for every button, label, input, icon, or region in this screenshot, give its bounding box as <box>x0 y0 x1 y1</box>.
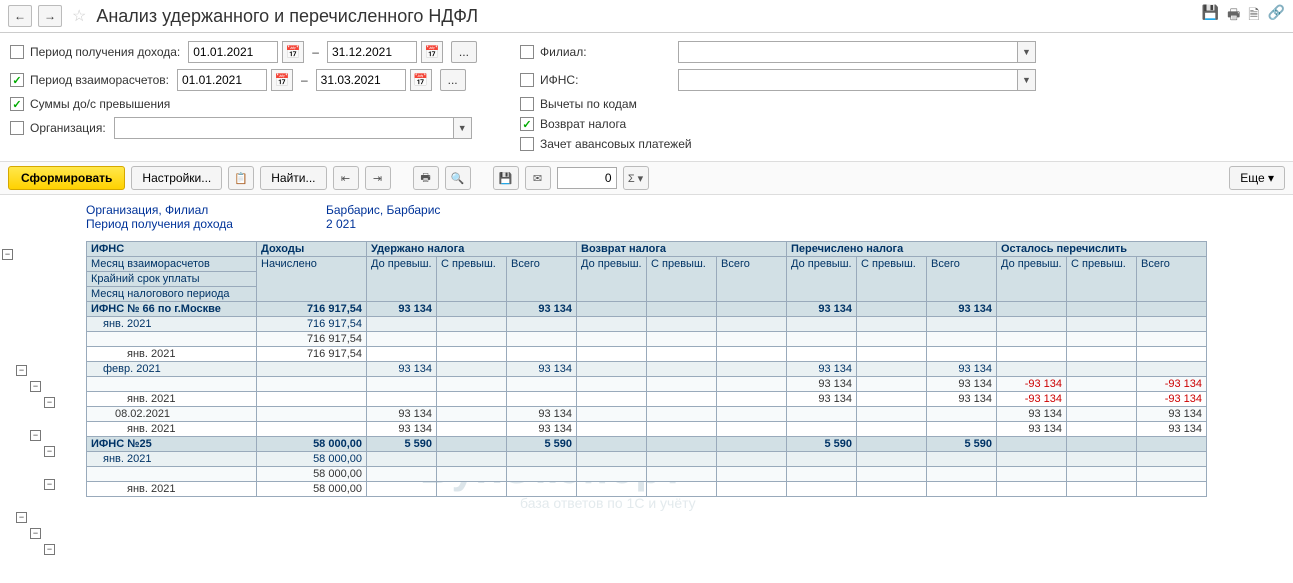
info-org-label: Организация, Филиал <box>86 203 326 217</box>
branch-label: Филиал: <box>540 45 670 59</box>
period-more-button[interactable]: ... <box>451 41 477 63</box>
tree-toggle[interactable]: − <box>30 381 41 392</box>
nav-back-button[interactable]: ← <box>8 5 32 27</box>
branch-input[interactable] <box>678 41 1018 63</box>
calendar-button[interactable]: 📅 <box>410 69 432 91</box>
calendar-button[interactable]: 📅 <box>421 41 443 63</box>
star-icon[interactable]: ☆ <box>72 6 86 26</box>
arrow-right-icon: → <box>44 9 56 23</box>
settle-period-to-input[interactable] <box>316 69 406 91</box>
calendar-button[interactable]: 📅 <box>271 69 293 91</box>
advance-checkbox[interactable] <box>520 137 534 151</box>
print-icon-button[interactable]: 🖶 <box>413 166 439 190</box>
save-icon-button[interactable]: 💾 <box>493 166 519 190</box>
link-icon[interactable]: 🔗 <box>1268 4 1285 28</box>
table-row[interactable]: ИФНС №2558 000,005 5905 5905 5905 590 <box>87 437 1207 452</box>
info-org-value: Барбарис, Барбарис <box>326 203 440 217</box>
info-period-label: Период получения дохода <box>86 217 326 231</box>
income-period-label: Период получения дохода: <box>30 45 180 59</box>
org-input[interactable] <box>114 117 454 139</box>
ifns-checkbox[interactable] <box>520 73 534 87</box>
ifns-input[interactable] <box>678 69 1018 91</box>
sums-label: Суммы до/с превышения <box>30 97 170 111</box>
income-period-from-input[interactable] <box>188 41 278 63</box>
calendar-button[interactable]: 📅 <box>282 41 304 63</box>
org-label: Организация: <box>30 121 106 135</box>
table-row[interactable]: янв. 2021716 917,54 <box>87 317 1207 332</box>
expand-icon-button[interactable]: ⇤ <box>333 166 359 190</box>
print-icon[interactable]: 🖶 <box>1227 4 1240 28</box>
dropdown-button[interactable]: ▼ <box>1018 41 1036 63</box>
collapse-icon-button[interactable]: ⇥ <box>365 166 391 190</box>
ifns-label: ИФНС: <box>540 73 670 87</box>
preview-icon[interactable]: 🗎 <box>1248 4 1259 28</box>
refund-checkbox[interactable] <box>520 117 534 131</box>
deduct-label: Вычеты по кодам <box>540 97 637 111</box>
dropdown-button[interactable]: ▼ <box>454 117 472 139</box>
table-row[interactable]: янв. 202158 000,00 <box>87 452 1207 467</box>
tree-toggle[interactable]: − <box>44 479 55 490</box>
more-button[interactable]: Еще ▾ <box>1229 166 1285 190</box>
period-more-button[interactable]: ... <box>440 69 466 91</box>
table-row[interactable]: янв. 2021716 917,54 <box>87 347 1207 362</box>
income-period-checkbox[interactable] <box>10 45 24 59</box>
table-row[interactable]: 08.02.202193 13493 13493 13493 134 <box>87 407 1207 422</box>
refund-label: Возврат налога <box>540 117 626 131</box>
find-button[interactable]: Найти... <box>260 166 326 190</box>
table-row[interactable]: февр. 202193 13493 13493 13493 134 <box>87 362 1207 377</box>
sums-checkbox[interactable] <box>10 97 24 111</box>
nav-forward-button[interactable]: → <box>38 5 62 27</box>
income-period-to-input[interactable] <box>327 41 417 63</box>
info-period-value: 2 021 <box>326 217 356 231</box>
table-row[interactable]: 93 13493 134-93 134-93 134 <box>87 377 1207 392</box>
deduct-checkbox[interactable] <box>520 97 534 111</box>
org-checkbox[interactable] <box>10 121 24 135</box>
report-grid: ИФНС Доходы Удержано налога Возврат нало… <box>86 241 1207 497</box>
form-button[interactable]: Сформировать <box>8 166 125 190</box>
tree-toggle[interactable]: − <box>30 430 41 441</box>
settle-period-from-input[interactable] <box>177 69 267 91</box>
tree-toggle[interactable]: − <box>44 544 55 555</box>
page-title: Анализ удержанного и перечисленного НДФЛ <box>96 6 478 27</box>
table-row[interactable]: янв. 202158 000,00 <box>87 482 1207 497</box>
settings-button[interactable]: Настройки... <box>131 166 222 190</box>
tree-toggle[interactable]: − <box>2 249 13 260</box>
branch-checkbox[interactable] <box>520 45 534 59</box>
settle-period-label: Период взаиморасчетов: <box>30 73 169 87</box>
save-icon[interactable]: 💾 <box>1202 4 1219 28</box>
tree-toggle[interactable]: − <box>16 512 27 523</box>
watermark-sub: база ответов по 1С и учёту <box>520 495 696 511</box>
table-row[interactable]: 716 917,54 <box>87 332 1207 347</box>
tree-toggle[interactable]: − <box>16 365 27 376</box>
table-row[interactable]: янв. 202193 13493 134-93 134-93 134 <box>87 392 1207 407</box>
table-row[interactable]: янв. 202193 13493 13493 13493 134 <box>87 422 1207 437</box>
tree-toggle[interactable]: − <box>44 446 55 457</box>
copy-icon-button[interactable]: 📋 <box>228 166 254 190</box>
dropdown-button[interactable]: ▼ <box>1018 69 1036 91</box>
table-row[interactable]: ИФНС № 66 по г.Москве716 917,5493 13493 … <box>87 302 1207 317</box>
num-input[interactable] <box>557 167 617 189</box>
advance-label: Зачет авансовых платежей <box>540 137 692 151</box>
tree-toggle[interactable]: − <box>44 397 55 408</box>
sigma-icon-button[interactable]: Σ ▾ <box>623 166 649 190</box>
settle-period-checkbox[interactable] <box>10 73 24 87</box>
preview-icon-button[interactable]: 🔍 <box>445 166 471 190</box>
tree-toggle[interactable]: − <box>30 528 41 539</box>
mail-icon-button[interactable]: ✉ <box>525 166 551 190</box>
table-row[interactable]: 58 000,00 <box>87 467 1207 482</box>
arrow-left-icon: ← <box>14 9 26 23</box>
